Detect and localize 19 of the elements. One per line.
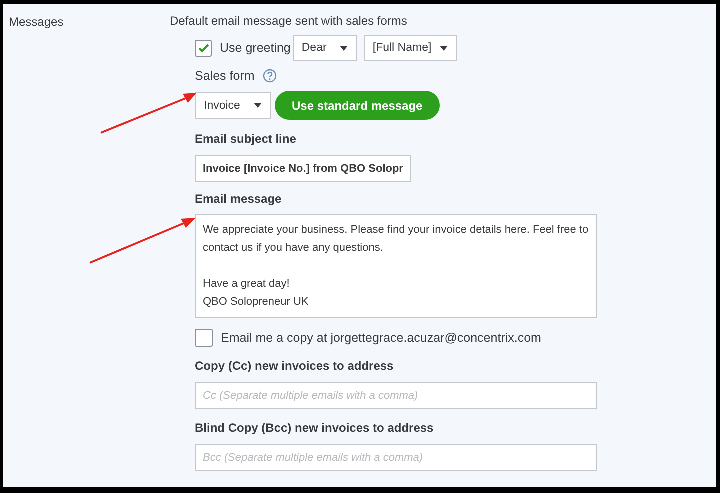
greeting-checkbox[interactable] <box>195 40 212 56</box>
copy-label: Email me a copy at jorgettegrace.acuzar@concentrix.com <box>221 331 542 345</box>
subject-field[interactable]: Invoice [Invoice No.] from QBO Solopr <box>195 155 412 182</box>
cc-label: Copy (Cc) new invoices to address <box>195 359 394 373</box>
name-format-dropdown[interactable]: [Full Name] <box>364 35 457 61</box>
section-label: Messages <box>9 15 64 29</box>
bcc-field[interactable]: Bcc (Separate multiple emails with a comma) <box>195 444 597 471</box>
salutation-dropdown[interactable]: Dear <box>292 35 357 61</box>
section-heading: Default email message sent with sales forms <box>170 14 408 28</box>
message-field[interactable]: We appreciate your business. Please find your invoice details here. Feel free to contact us if you have any questions. Have a great day! QBO Solopreneur UK <box>195 214 597 318</box>
bcc-label: Blind Copy (Bcc) new invoices to address <box>195 421 434 435</box>
sales-form-dropdown[interactable]: Invoice <box>195 92 271 119</box>
help-icon[interactable] <box>262 69 277 83</box>
greeting-label: Use greeting <box>220 41 291 55</box>
copy-checkbox[interactable] <box>195 329 213 347</box>
message-label: Email message <box>195 192 282 206</box>
cc-field[interactable]: Cc (Separate multiple emails with a comma) <box>195 382 597 409</box>
subject-label: Email subject line <box>195 132 296 146</box>
sales-form-label: Sales form <box>195 69 255 83</box>
